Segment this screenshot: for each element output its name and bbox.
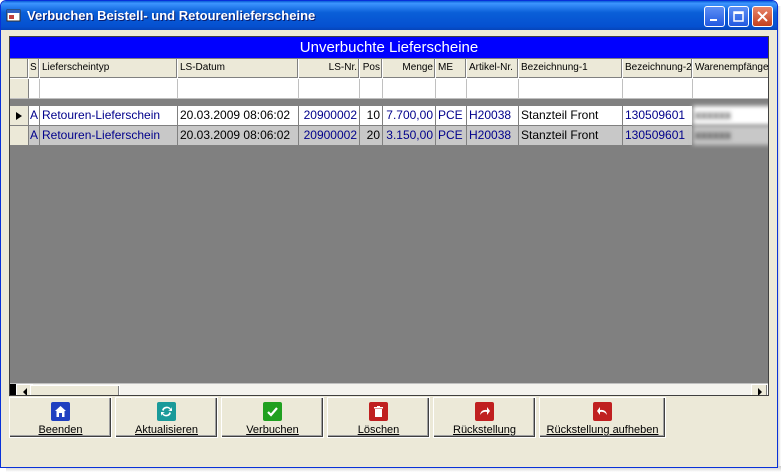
column-header-pos[interactable]: Pos bbox=[360, 59, 383, 79]
window-title: Verbuchen Beistell- und Retourenliefersc… bbox=[27, 8, 316, 23]
cell-datum[interactable]: 20.03.2009 08:06:02 bbox=[178, 106, 299, 126]
filter-selector bbox=[10, 79, 29, 99]
column-header-me[interactable]: ME bbox=[436, 59, 467, 79]
beenden-label: Beenden bbox=[38, 424, 83, 436]
cell-bez1[interactable]: Stanzteil Front bbox=[519, 126, 623, 146]
trash-icon bbox=[369, 402, 388, 421]
loeschen-button[interactable]: Löschen bbox=[327, 397, 430, 438]
filter-cell[interactable] bbox=[623, 79, 693, 99]
client-area: Unverbuchte Lieferscheine S Lieferschein… bbox=[5, 30, 774, 465]
filter-cell[interactable] bbox=[360, 79, 383, 99]
header-selector[interactable] bbox=[10, 59, 29, 79]
row-selector[interactable] bbox=[10, 106, 29, 126]
column-header-s[interactable]: S bbox=[29, 59, 40, 79]
refresh-icon bbox=[157, 402, 176, 421]
filter-cell[interactable] bbox=[383, 79, 436, 99]
rueckstellung-label: Rückstellung bbox=[453, 424, 516, 436]
filter-cell[interactable] bbox=[299, 79, 360, 99]
cell-datum[interactable]: 20.03.2009 08:06:02 bbox=[178, 126, 299, 146]
arrow-right-icon bbox=[757, 388, 762, 395]
column-header-bez1[interactable]: Bezeichnung-1 bbox=[519, 59, 623, 79]
scrollbar-thumb[interactable] bbox=[30, 385, 120, 395]
filter-cell[interactable] bbox=[178, 79, 299, 99]
filter-cell[interactable] bbox=[467, 79, 519, 99]
rueckstellung-aufheben-button[interactable]: Rückstellung aufheben bbox=[539, 397, 666, 438]
checkmark-icon bbox=[263, 402, 282, 421]
cell-pos[interactable]: 10 bbox=[360, 106, 383, 126]
cell-empf[interactable]: xxxxxx bbox=[693, 126, 768, 146]
cell-menge[interactable]: 3.150,00 bbox=[383, 126, 436, 146]
minimize-button[interactable] bbox=[704, 6, 725, 27]
table-row[interactable]: A Retouren-Lieferschein 20.03.2009 08:06… bbox=[10, 106, 768, 126]
column-header-datum[interactable]: LS-Datum bbox=[178, 59, 299, 79]
verbuchen-button[interactable]: Verbuchen bbox=[221, 397, 324, 438]
cell-s[interactable]: A bbox=[29, 126, 40, 146]
aktualisieren-label: Aktualisieren bbox=[135, 424, 198, 436]
column-header-menge[interactable]: Menge bbox=[383, 59, 436, 79]
cell-nr[interactable]: 20900002 bbox=[299, 106, 360, 126]
rueckstellung-aufheben-label: Rückstellung aufheben bbox=[546, 424, 659, 436]
rueckstellung-button[interactable]: Rückstellung bbox=[433, 397, 536, 438]
filter-cell[interactable] bbox=[29, 79, 40, 99]
filter-row bbox=[10, 79, 768, 99]
column-header-bez2[interactable]: Bezeichnung-2 bbox=[623, 59, 693, 79]
cell-bez1[interactable]: Stanzteil Front bbox=[519, 106, 623, 126]
home-icon bbox=[51, 402, 70, 421]
cell-bez2[interactable]: 130509601 bbox=[623, 106, 693, 126]
cell-artikel[interactable]: H20038 bbox=[467, 126, 519, 146]
table-row[interactable]: A Retouren-Lieferschein 20.03.2009 08:06… bbox=[10, 126, 768, 146]
cell-artikel[interactable]: H20038 bbox=[467, 106, 519, 126]
grid-caption: Unverbuchte Lieferscheine bbox=[10, 37, 768, 58]
cell-me[interactable]: PCE bbox=[436, 126, 467, 146]
horizontal-scrollbar[interactable] bbox=[10, 383, 768, 395]
main-window: Verbuchen Beistell- und Retourenliefersc… bbox=[0, 0, 778, 468]
close-icon bbox=[757, 11, 768, 22]
scroll-right-button[interactable] bbox=[751, 384, 768, 395]
delivery-notes-grid[interactable]: Unverbuchte Lieferscheine S Lieferschein… bbox=[9, 36, 769, 396]
cell-typ[interactable]: Retouren-Lieferschein bbox=[40, 126, 178, 146]
loeschen-label: Löschen bbox=[357, 424, 400, 436]
cell-me[interactable]: PCE bbox=[436, 106, 467, 126]
column-header-empf[interactable]: Warenempfänger bbox=[693, 59, 768, 79]
cell-bez2[interactable]: 130509601 bbox=[623, 126, 693, 146]
row-selector[interactable] bbox=[10, 126, 29, 146]
maximize-icon bbox=[733, 11, 744, 22]
column-header-typ[interactable]: Lieferscheintyp bbox=[40, 59, 178, 79]
filter-cell[interactable] bbox=[693, 79, 768, 99]
cell-s[interactable]: A bbox=[29, 106, 40, 126]
cell-empf[interactable]: xxxxxx bbox=[693, 106, 768, 126]
maximize-button[interactable] bbox=[728, 6, 749, 27]
arrow-left-icon bbox=[22, 388, 27, 395]
title-bar[interactable]: Verbuchen Beistell- und Retourenliefersc… bbox=[1, 1, 777, 30]
undo-arrow-icon bbox=[593, 402, 612, 421]
app-icon bbox=[6, 9, 21, 21]
beenden-button[interactable]: Beenden bbox=[9, 397, 112, 438]
filter-cell[interactable] bbox=[436, 79, 467, 99]
cell-menge[interactable]: 7.700,00 bbox=[383, 106, 436, 126]
cell-nr[interactable]: 20900002 bbox=[299, 126, 360, 146]
close-button[interactable] bbox=[752, 6, 773, 27]
column-header-nr[interactable]: LS-Nr. bbox=[299, 59, 360, 79]
filter-cell[interactable] bbox=[40, 79, 178, 99]
minimize-icon bbox=[710, 19, 717, 21]
column-header-artikel[interactable]: Artikel-Nr. bbox=[467, 59, 519, 79]
cell-typ[interactable]: Retouren-Lieferschein bbox=[40, 106, 178, 126]
current-row-arrow-icon bbox=[16, 111, 22, 120]
cell-pos[interactable]: 20 bbox=[360, 126, 383, 146]
redo-arrow-icon bbox=[475, 402, 494, 421]
filter-cell[interactable] bbox=[519, 79, 623, 99]
verbuchen-label: Verbuchen bbox=[246, 424, 299, 436]
grid-header-row: S Lieferscheintyp LS-Datum LS-Nr. Pos Me… bbox=[10, 59, 768, 79]
aktualisieren-button[interactable]: Aktualisieren bbox=[115, 397, 218, 438]
button-bar: Beenden Aktualisieren Verbuchen Löschen bbox=[9, 397, 666, 438]
